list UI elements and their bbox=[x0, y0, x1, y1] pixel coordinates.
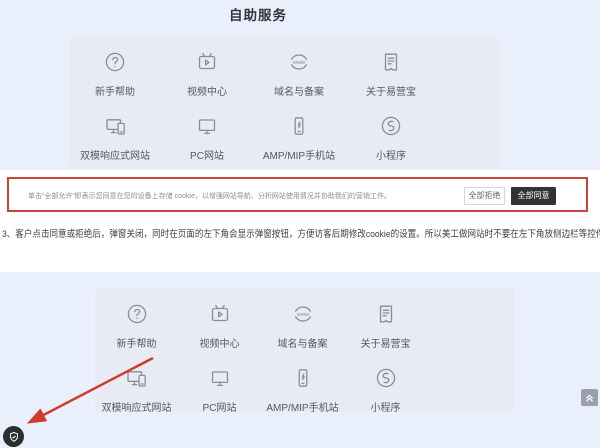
chevrons-up-icon bbox=[584, 392, 595, 403]
document-icon bbox=[379, 49, 403, 75]
service-item-amp[interactable]: AMP/MIP手机站 bbox=[253, 113, 345, 162]
tutorial-note-text: 3、客户点击同意或拒绝后，弹窗关闭，同时在页面的左下角会显示弹窗按钮，方便访客后… bbox=[2, 226, 600, 240]
self-service-section-top: 自助服务 新手帮助 视频中心 www bbox=[0, 0, 600, 170]
mobile-phone-icon bbox=[291, 365, 315, 391]
svg-text:www: www bbox=[292, 60, 306, 66]
document-icon bbox=[374, 301, 398, 327]
service-item-help[interactable]: 新手帮助 bbox=[95, 301, 178, 350]
service-label: 域名与备案 bbox=[274, 83, 324, 98]
responsive-devices-icon bbox=[103, 113, 128, 139]
shield-icon bbox=[8, 431, 20, 443]
service-item-video[interactable]: 视频中心 bbox=[178, 301, 261, 350]
service-item-about[interactable]: 关于易营宝 bbox=[345, 49, 437, 98]
desktop-icon bbox=[208, 365, 232, 391]
service-item-responsive[interactable]: 双模响应式网站 bbox=[95, 365, 178, 414]
service-item-amp[interactable]: AMP/MIP手机站 bbox=[261, 365, 344, 414]
service-label: 新手帮助 bbox=[117, 335, 157, 350]
service-item-miniprogram[interactable]: 小程序 bbox=[345, 113, 437, 162]
services-row-1: 新手帮助 视频中心 www 域名与备案 bbox=[95, 301, 515, 350]
service-item-pc[interactable]: PC网站 bbox=[161, 113, 253, 162]
accept-all-button[interactable]: 全部同意 bbox=[511, 187, 556, 205]
service-item-video[interactable]: 视频中心 bbox=[161, 49, 253, 98]
services-panel-bottom: 新手帮助 视频中心 www 域名与备案 bbox=[95, 288, 515, 412]
service-item-responsive[interactable]: 双模响应式网站 bbox=[69, 113, 161, 162]
miniprogram-icon bbox=[374, 365, 398, 391]
cookie-settings-button[interactable] bbox=[3, 426, 24, 447]
help-circle-icon bbox=[125, 301, 149, 327]
desktop-icon bbox=[195, 113, 219, 139]
service-label: PC网站 bbox=[203, 399, 237, 414]
reject-all-button[interactable]: 全部拒绝 bbox=[464, 187, 505, 205]
miniprogram-icon bbox=[379, 113, 403, 139]
services-row-1: 新手帮助 视频中心 www 域名与备案 bbox=[69, 49, 500, 98]
service-label: 关于易营宝 bbox=[366, 83, 416, 98]
mobile-phone-icon bbox=[287, 113, 311, 139]
cookie-banner-message: 单击“全部允许”即表示您同意在您的设备上存储 cookie，以增强网站导航、分析… bbox=[28, 191, 391, 201]
video-player-icon bbox=[195, 49, 219, 75]
service-label: AMP/MIP手机站 bbox=[266, 399, 338, 414]
back-to-top-button[interactable] bbox=[581, 389, 598, 406]
service-label: PC网站 bbox=[190, 147, 224, 162]
service-label: AMP/MIP手机站 bbox=[263, 147, 335, 162]
annotation-strip: 单击“全部允许”即表示您同意在您的设备上存储 cookie，以增强网站导航、分析… bbox=[0, 170, 600, 272]
help-circle-icon bbox=[103, 49, 127, 75]
svg-text:www: www bbox=[295, 312, 309, 318]
service-label: 视频中心 bbox=[200, 335, 240, 350]
service-label: 域名与备案 bbox=[278, 335, 328, 350]
services-row-2: 双模响应式网站 PC网站 AMP/MIP手机站 bbox=[69, 113, 500, 162]
www-globe-icon: www bbox=[291, 301, 315, 327]
service-item-about[interactable]: 关于易营宝 bbox=[344, 301, 427, 350]
service-label: 双模响应式网站 bbox=[80, 147, 150, 162]
services-panel-top: 新手帮助 视频中心 www 域名与备案 bbox=[69, 37, 500, 167]
service-label: 双模响应式网站 bbox=[102, 399, 172, 414]
video-player-icon bbox=[208, 301, 232, 327]
services-row-2: 双模响应式网站 PC网站 AMP/MIP手机站 bbox=[95, 365, 515, 414]
service-label: 小程序 bbox=[376, 147, 406, 162]
service-item-domain[interactable]: www 域名与备案 bbox=[253, 49, 345, 98]
section-title: 自助服务 bbox=[158, 4, 358, 24]
service-item-domain[interactable]: www 域名与备案 bbox=[261, 301, 344, 350]
page: 自助服务 新手帮助 视频中心 www bbox=[0, 0, 600, 448]
service-label: 新手帮助 bbox=[95, 83, 135, 98]
responsive-devices-icon bbox=[124, 365, 149, 391]
service-item-miniprogram[interactable]: 小程序 bbox=[344, 365, 427, 414]
service-label: 关于易营宝 bbox=[361, 335, 411, 350]
service-label: 小程序 bbox=[371, 399, 401, 414]
service-item-pc[interactable]: PC网站 bbox=[178, 365, 261, 414]
www-globe-icon: www bbox=[287, 49, 311, 75]
self-service-section-bottom: 新手帮助 视频中心 www 域名与备案 bbox=[0, 272, 600, 448]
service-label: 视频中心 bbox=[187, 83, 227, 98]
service-item-help[interactable]: 新手帮助 bbox=[69, 49, 161, 98]
